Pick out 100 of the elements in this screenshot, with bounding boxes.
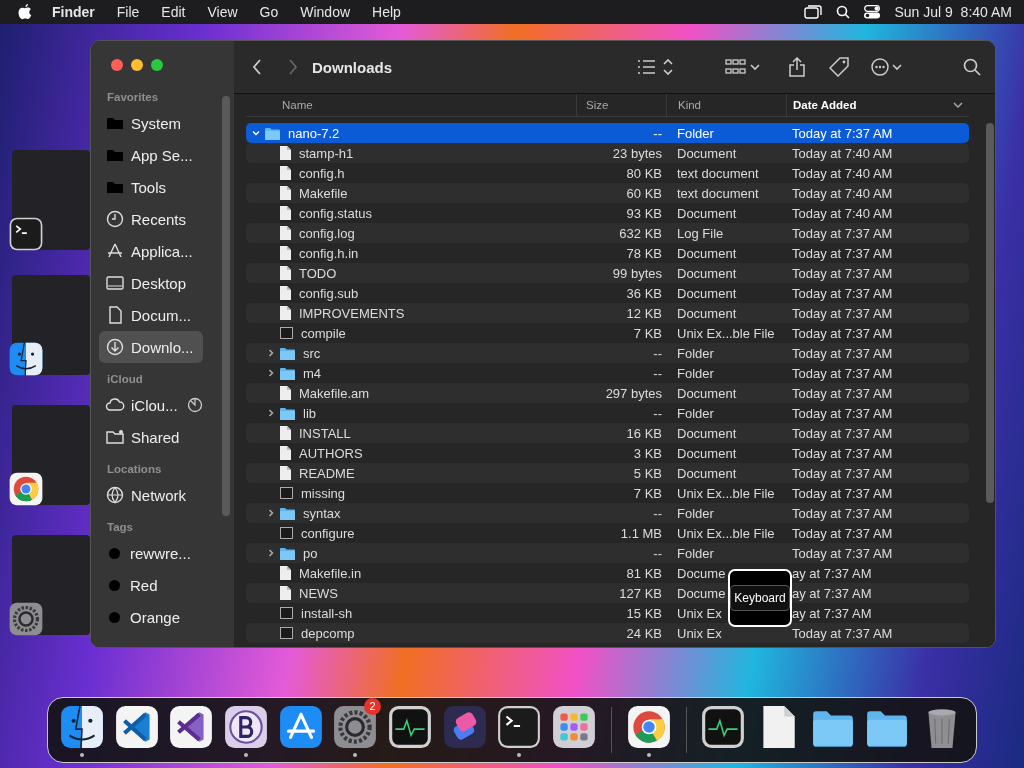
sidebar-item[interactable]: rewwre... [99, 537, 203, 569]
sidebar-item[interactable]: Desktop [99, 267, 203, 299]
more-options-icon[interactable] [871, 57, 905, 77]
menu-item[interactable]: Window [300, 4, 351, 20]
column-header[interactable]: Size [576, 94, 666, 116]
file-row[interactable]: config.log 632 KB Log File Today at 7:37 AM [246, 223, 969, 243]
close-button[interactable] [111, 59, 123, 71]
file-row[interactable]: Makefile 60 KB text document Today at 7:40 AM [246, 183, 969, 203]
file-row[interactable]: m4 -- Folder Today at 7:37 AM [246, 363, 969, 383]
tag-icon[interactable] [829, 57, 849, 77]
sidebar-item[interactable]: Recents [99, 203, 203, 235]
code-editor-icon[interactable] [113, 703, 160, 750]
file-row[interactable]: nano-7.2 -- Folder Today at 7:37 AM [246, 123, 969, 143]
file-row[interactable]: Makefile.in 81 KB Docume ay at 7:37 AM [246, 563, 969, 583]
disclosure-chevron-icon[interactable] [266, 508, 276, 518]
file-row[interactable]: config.h.in 78 KB Document Today at 7:37 AM [246, 243, 969, 263]
app-menu[interactable]: Finder [52, 4, 95, 20]
sidebar-item[interactable]: Docum... [99, 299, 203, 331]
sidebar-item[interactable]: Red [99, 569, 203, 601]
app-store-icon[interactable] [277, 703, 324, 750]
menu-item[interactable]: Go [259, 4, 279, 20]
column-header[interactable]: Name [246, 99, 576, 111]
terminal-icon[interactable] [496, 703, 543, 750]
file-size: 12 KB [625, 305, 663, 321]
search-icon[interactable] [836, 5, 851, 19]
date-added: Today at 7:37 AM [792, 345, 893, 361]
menu-item[interactable]: View [207, 4, 238, 20]
disclosure-chevron-icon[interactable] [266, 548, 276, 558]
waveform-monitor-icon[interactable] [700, 703, 747, 750]
stage-manager-icon[interactable] [804, 5, 823, 19]
sidebar-item[interactable]: Downlo... [99, 331, 203, 363]
sidebar-item[interactable]: App Se... [99, 139, 203, 171]
control-center-icon[interactable] [864, 5, 881, 19]
file-row[interactable]: INSTALL 16 KB Document Today at 7:37 AM [246, 423, 969, 443]
window-thumbnail[interactable] [12, 275, 90, 375]
sidebar-item[interactable]: System [99, 107, 203, 139]
file-row[interactable]: depcomp 24 KB Unix Ex Today at 7:37 AM [246, 623, 969, 643]
file-name: configure [301, 525, 355, 541]
keyboard-button[interactable]: Keyboard [730, 585, 790, 611]
file-row[interactable]: compile 7 KB Unix Ex...ble File Today at 7:37 AM [246, 323, 969, 343]
disclosure-chevron-icon[interactable] [251, 128, 261, 138]
file-row[interactable]: po -- Folder Today at 7:37 AM [246, 543, 969, 563]
disclosure-chevron-icon[interactable] [266, 348, 276, 358]
disclosure-chevron-icon[interactable] [266, 368, 276, 378]
back-button[interactable] [252, 59, 262, 75]
menu-item[interactable]: Help [372, 4, 401, 20]
sidebar-item[interactable]: Tools [99, 171, 203, 203]
file-row[interactable]: config.h 80 KB text document Today at 7:40 AM [246, 163, 969, 183]
browser-icon[interactable] [8, 471, 44, 507]
zoom-button[interactable] [151, 59, 163, 71]
waveform-monitor-icon[interactable] [386, 703, 433, 750]
scrollbar[interactable] [222, 96, 230, 516]
column-header[interactable]: Kind [666, 94, 786, 116]
window-thumbnail[interactable] [12, 535, 90, 635]
grid-view-icon[interactable] [725, 58, 761, 76]
window-thumbnail[interactable] [12, 405, 90, 505]
clock[interactable]: Sun Jul 9 8:40 AM [894, 4, 1012, 20]
file-row[interactable]: src -- Folder Today at 7:37 AM [246, 343, 969, 363]
date-added: Today at 7:37 AM [792, 225, 893, 241]
terminal-icon[interactable] [8, 216, 44, 252]
file-row[interactable]: config.sub 36 KB Document Today at 7:37 AM [246, 283, 969, 303]
apple-logo-icon[interactable] [18, 4, 32, 20]
stacked-layers-icon[interactable] [441, 703, 488, 750]
file-row[interactable]: Makefile.am 297 bytes Document Today at 7:37 AM [246, 383, 969, 403]
sidebar-item[interactable]: Shared [99, 421, 203, 453]
file-row[interactable]: syntax -- Folder Today at 7:37 AM [246, 503, 969, 523]
flower-badge-icon[interactable] [222, 703, 269, 750]
scrollbar[interactable] [986, 123, 994, 503]
forward-button[interactable] [288, 59, 298, 75]
disclosure-chevron-icon[interactable] [266, 408, 276, 418]
minimize-button[interactable] [131, 59, 143, 71]
menu-item[interactable]: Edit [161, 4, 186, 20]
date-added: Today at 7:37 AM [792, 625, 893, 641]
smiling-face-icon[interactable] [58, 703, 105, 750]
file-row[interactable]: TODO 99 bytes Document Today at 7:37 AM [246, 263, 969, 283]
file-row[interactable]: lib -- Folder Today at 7:37 AM [246, 403, 969, 423]
smiling-face-icon[interactable] [8, 341, 44, 377]
sidebar-item[interactable]: Applica... [99, 235, 203, 267]
column-header[interactable]: Date Added [786, 94, 969, 116]
gear-icon[interactable] [332, 703, 379, 750]
file-row[interactable]: IMPROVEMENTS 12 KB Document Today at 7:37 AM [246, 303, 969, 323]
app-grid-icon[interactable] [551, 703, 598, 750]
sidebar-item[interactable]: iClou... [99, 389, 203, 421]
list-view-icon[interactable] [637, 58, 675, 76]
search-icon[interactable] [963, 58, 981, 76]
sort-chevron-icon[interactable] [953, 101, 963, 109]
sidebar-item[interactable]: Network [99, 479, 203, 511]
share-icon[interactable] [789, 57, 805, 77]
file-row[interactable]: config.status 93 KB Document Today at 7:40 AM [246, 203, 969, 223]
file-row[interactable]: AUTHORS 3 KB Document Today at 7:37 AM [246, 443, 969, 463]
file-row[interactable]: README 5 KB Document Today at 7:37 AM [246, 463, 969, 483]
menu-item[interactable]: File [116, 4, 140, 20]
gear-icon[interactable] [8, 601, 44, 637]
window-thumbnail[interactable] [12, 150, 90, 250]
browser-icon[interactable] [625, 703, 672, 750]
file-row[interactable]: stamp-h1 23 bytes Document Today at 7:40 AM [246, 143, 969, 163]
file-row[interactable]: configure 1.1 MB Unix Ex...ble File Today at 7:37 AM [246, 523, 969, 543]
infinity-ribbon-icon[interactable] [168, 703, 215, 750]
file-row[interactable]: missing 7 KB Unix Ex...ble File Today at 7:37 AM [246, 483, 969, 503]
sidebar-item[interactable]: Orange [99, 601, 203, 633]
